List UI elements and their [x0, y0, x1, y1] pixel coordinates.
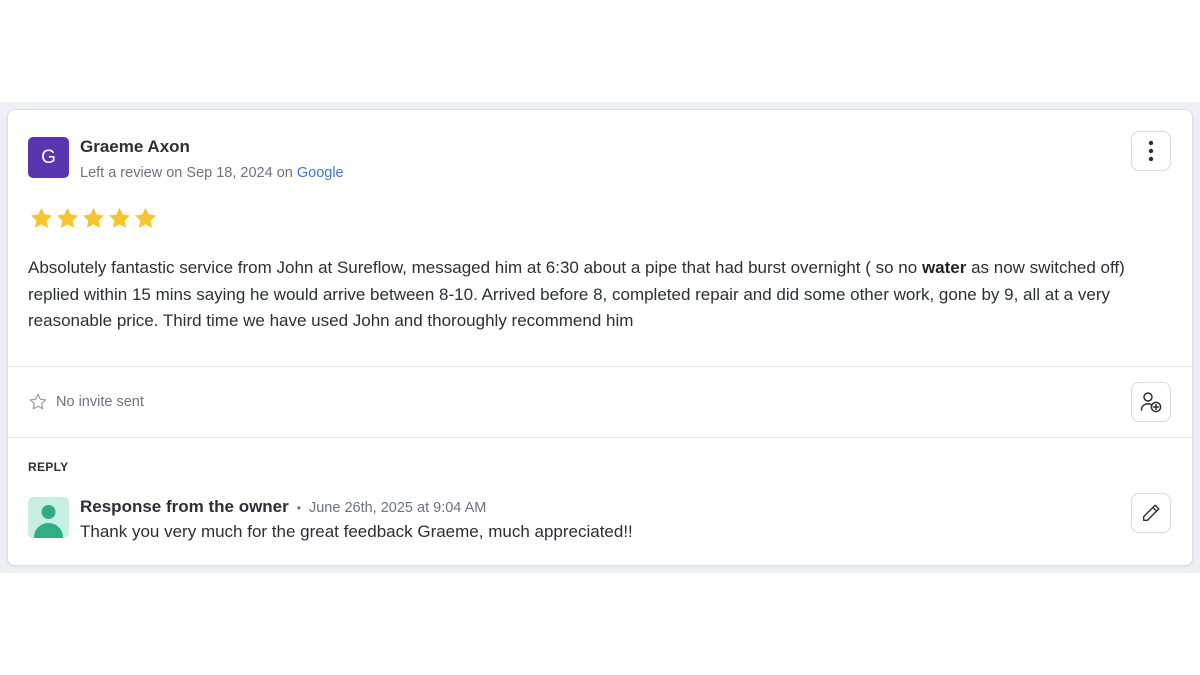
- reply-separator: •: [296, 501, 301, 515]
- reviewer-name: Graeme Axon: [80, 137, 190, 156]
- reviewer-avatar: G: [28, 137, 69, 178]
- section-divider: [8, 366, 1192, 367]
- star-icon: [108, 207, 131, 228]
- review-card: G Graeme Axon Left a review on Sep 18, 2…: [7, 109, 1193, 566]
- review-meta: Left a review on Sep 18, 2024 on Google: [80, 165, 344, 181]
- star-icon: [56, 207, 79, 228]
- star-icon: [134, 207, 157, 228]
- owner-avatar: [28, 497, 69, 538]
- section-divider: [8, 437, 1192, 438]
- avatar-letter: G: [41, 146, 56, 168]
- edit-reply-button[interactable]: [1131, 493, 1171, 533]
- star-rating: [29, 206, 158, 231]
- invite-status-label: No invite sent: [56, 394, 144, 410]
- reply-header: Response from the owner • June 26th, 202…: [80, 497, 486, 517]
- review-text: Absolutely fantastic service from John a…: [28, 255, 1168, 335]
- vertical-ellipsis-icon: [1148, 140, 1154, 162]
- star-icon: [82, 207, 105, 228]
- review-text-start: Absolutely fantastic service from John a…: [28, 258, 922, 277]
- reply-text: Thank you very much for the great feedba…: [80, 522, 633, 541]
- add-user-icon: [1140, 392, 1162, 413]
- reply-author: Response from the owner: [80, 497, 289, 516]
- star-icon: [30, 207, 53, 228]
- star-outline-icon: [29, 393, 47, 410]
- pencil-icon: [1142, 504, 1160, 522]
- reply-heading: REPLY: [28, 460, 69, 474]
- review-source-link[interactable]: Google: [297, 165, 344, 181]
- more-options-button[interactable]: [1131, 131, 1171, 171]
- reply-date: June 26th, 2025 at 9:04 AM: [308, 500, 487, 516]
- invite-user-button[interactable]: [1131, 382, 1171, 422]
- review-text-bold: water: [921, 258, 967, 277]
- invite-status: No invite sent: [28, 392, 144, 412]
- review-meta-text: Left a review on Sep 18, 2024 on: [80, 165, 297, 181]
- person-icon: [34, 505, 63, 538]
